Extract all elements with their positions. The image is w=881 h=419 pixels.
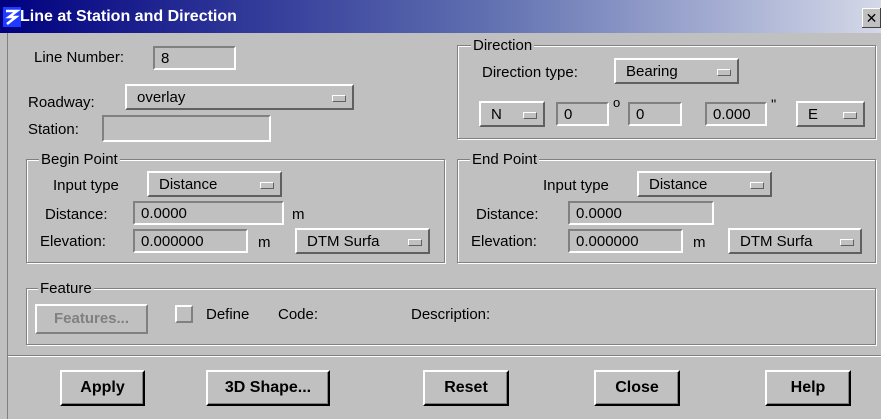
description-label: Description: [411, 306, 491, 323]
begin-input-type-value: Distance [159, 176, 218, 193]
station-field[interactable] [102, 115, 271, 142]
reset-button[interactable]: Reset [423, 370, 509, 406]
seconds-field[interactable]: 0.000 [705, 102, 767, 126]
begin-input-type-select[interactable]: Distance [147, 171, 282, 197]
dropdown-indicator-icon [717, 69, 731, 76]
end-elevation-source-select[interactable]: DTM Surfa [728, 228, 862, 254]
roadway-label: Roadway: [28, 94, 95, 111]
line-number-label: Line Number: [34, 49, 125, 66]
end-distance-field[interactable]: 0.0000 [568, 201, 714, 225]
button-separator [8, 355, 881, 357]
begin-elevation-label: Elevation: [40, 233, 106, 250]
app-logo-icon [3, 7, 21, 27]
seconds-symbol: '' [771, 96, 777, 112]
code-label: Code: [278, 306, 319, 323]
end-elevation-unit: m [693, 234, 706, 251]
north-south-value: N [491, 106, 502, 123]
define-label: Define [206, 306, 250, 323]
close-button[interactable]: Close [594, 370, 680, 406]
3d-shape-button[interactable]: 3D Shape... [206, 370, 330, 406]
degrees-field[interactable]: 0 [556, 102, 609, 126]
direction-type-select[interactable]: Bearing [614, 58, 739, 84]
roadway-value: overlay [137, 89, 186, 106]
begin-distance-field[interactable]: 0.0000 [133, 201, 284, 225]
end-elevation-source-value: DTM Surfa [740, 233, 813, 250]
begin-elevation-unit: m [258, 234, 271, 251]
begin-input-type-label: Input type [53, 177, 119, 194]
dropdown-indicator-icon [332, 95, 346, 102]
title-bar[interactable]: Line at Station and Direction ✕ [0, 0, 881, 33]
station-label: Station: [28, 121, 79, 138]
begin-distance-unit: m [292, 206, 305, 223]
dialog-window: Line at Station and Direction ✕ Line Num… [0, 0, 881, 419]
direction-legend: Direction [471, 37, 535, 54]
end-elevation-field[interactable]: 0.000000 [568, 229, 683, 253]
begin-elevation-source-select[interactable]: DTM Surfa [295, 228, 430, 254]
end-input-type-value: Distance [649, 176, 708, 193]
begin-distance-label: Distance: [45, 206, 108, 223]
apply-button[interactable]: Apply [60, 370, 145, 406]
begin-elevation-source-value: DTM Surfa [307, 233, 380, 250]
window-title: Line at Station and Direction [20, 8, 237, 25]
end-input-type-select[interactable]: Distance [637, 171, 772, 197]
dropdown-indicator-icon [840, 239, 854, 246]
degree-symbol: o [613, 95, 621, 110]
help-button[interactable]: Help [765, 370, 851, 406]
features-button[interactable]: Features... [35, 304, 148, 334]
define-checkbox[interactable] [175, 305, 193, 323]
begin-elevation-field[interactable]: 0.000000 [133, 229, 248, 253]
begin-point-legend: Begin Point [39, 151, 120, 168]
end-distance-label: Distance: [476, 206, 539, 223]
north-south-select[interactable]: N [479, 101, 545, 127]
roadway-select[interactable]: overlay [125, 84, 354, 110]
direction-type-value: Bearing [626, 63, 678, 80]
dialog-left-edge [0, 33, 8, 419]
dropdown-indicator-icon [843, 112, 857, 119]
dropdown-indicator-icon [408, 239, 422, 246]
end-input-type-label: Input type [543, 177, 609, 194]
minutes-field[interactable]: 0 [628, 102, 682, 126]
east-west-value: E [808, 106, 819, 123]
line-number-field[interactable]: 8 [153, 46, 236, 70]
end-point-legend: End Point [470, 151, 540, 168]
end-elevation-label: Elevation: [471, 233, 537, 250]
dropdown-indicator-icon [523, 112, 537, 119]
dropdown-indicator-icon [260, 182, 274, 189]
feature-legend: Feature [38, 280, 94, 297]
direction-type-label: Direction type: [482, 64, 578, 81]
close-icon[interactable]: ✕ [862, 8, 881, 28]
dropdown-indicator-icon [750, 182, 764, 189]
east-west-select[interactable]: E [796, 101, 865, 127]
